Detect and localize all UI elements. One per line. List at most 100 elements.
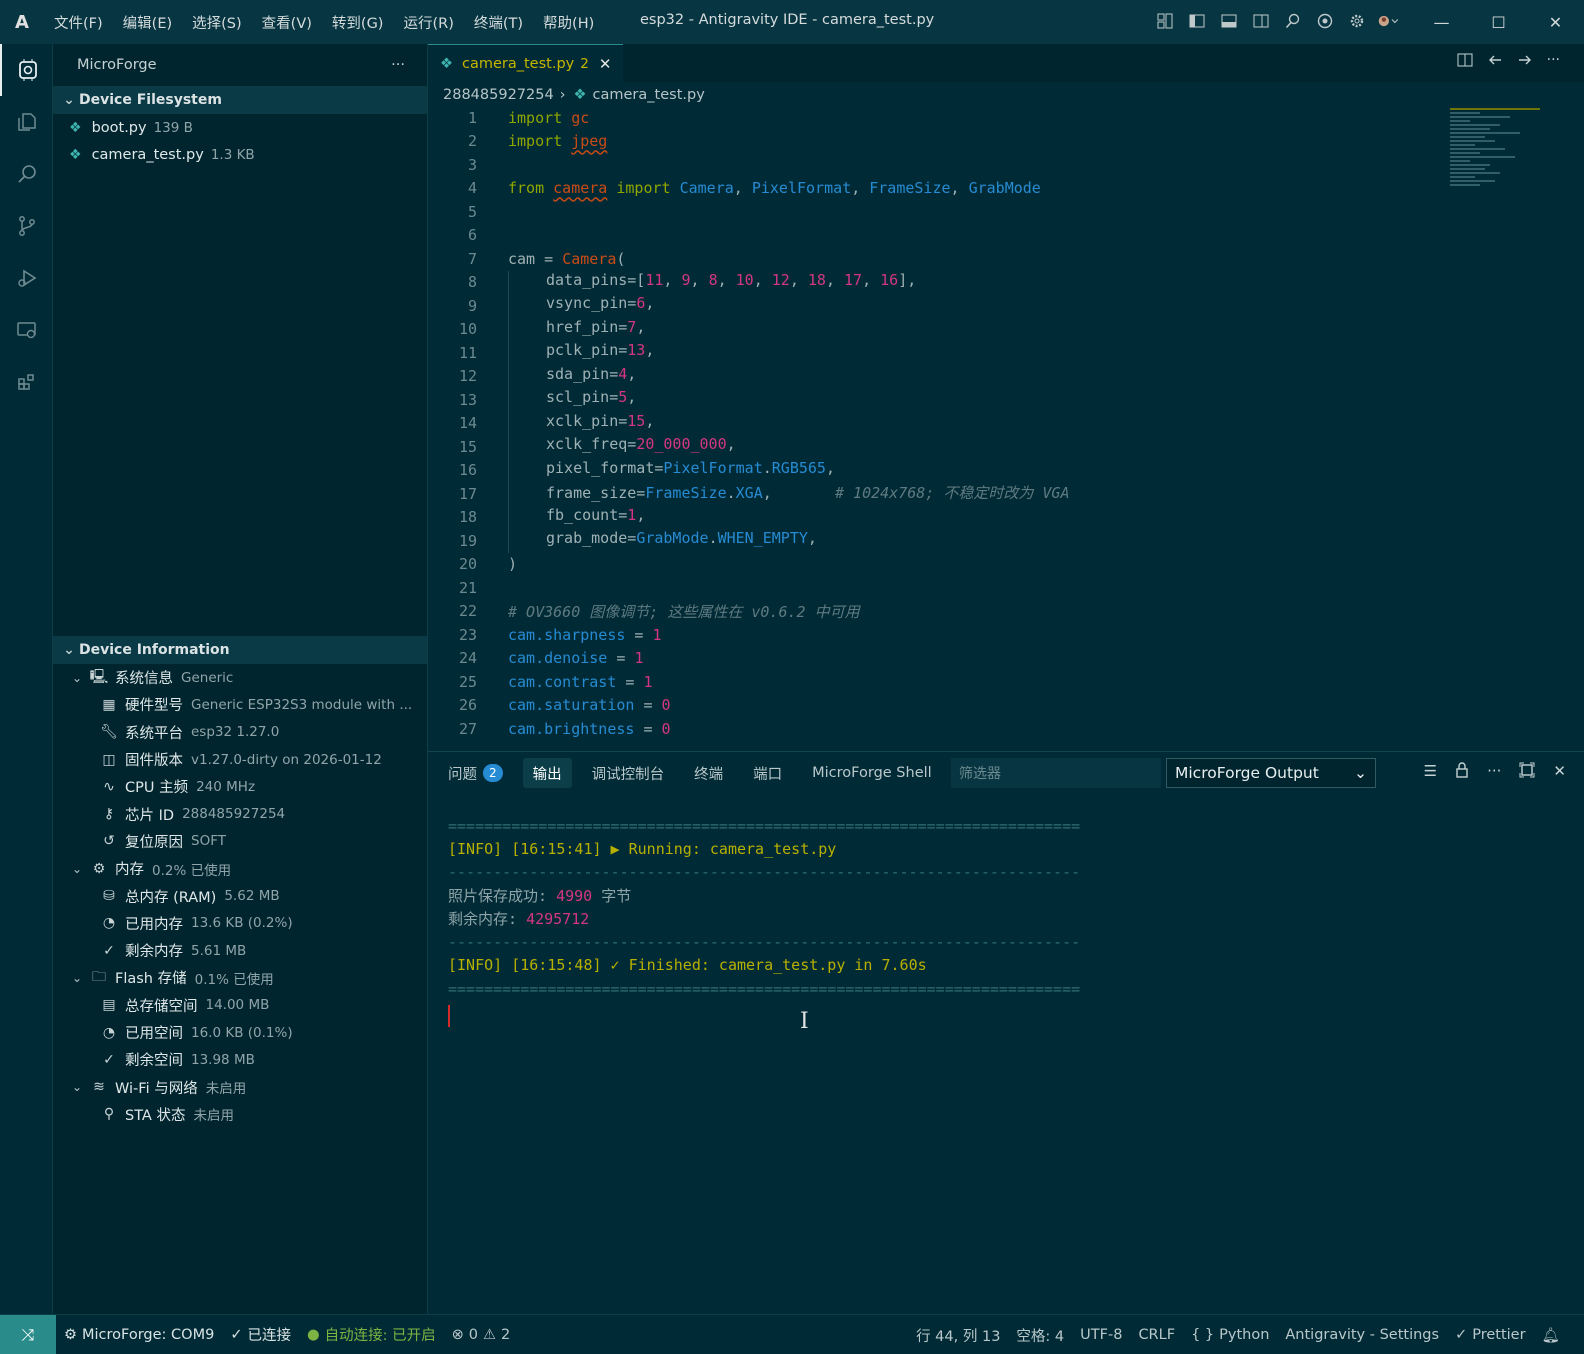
status-cursor-position[interactable]: 行 44, 列 13 — [916, 1325, 1000, 1346]
device-info-row: ⚲ STA 状态 未启用 — [53, 1101, 427, 1128]
tab-output[interactable]: 输出 — [522, 758, 572, 788]
tab-microforge-shell[interactable]: MicroForge Shell — [802, 758, 942, 788]
toggle-panel-icon[interactable] — [1218, 10, 1240, 32]
file-name: boot.py — [91, 119, 147, 136]
close-window-button[interactable]: ✕ — [1527, 0, 1584, 44]
info-value: Generic ESP32S3 module with ... — [191, 696, 413, 713]
history-icon: ↺ — [103, 833, 115, 850]
code-editor[interactable]: 1 import gc 2 import jpeg 3 4 from camera i… — [428, 106, 1448, 751]
lock-scroll-icon[interactable] — [1455, 762, 1469, 782]
device-information-header[interactable]: ⌄ Device Information — [53, 636, 427, 664]
device-filesystem-header[interactable]: ⌄ Device Filesystem — [53, 86, 427, 114]
status-autoconnect[interactable]: ● 自动连接: 已开启 — [307, 1324, 436, 1345]
menu-go[interactable]: 转到(G) — [322, 12, 394, 33]
warning-icon: ⚠ — [483, 1326, 497, 1343]
microforge-icon[interactable] — [0, 44, 53, 96]
menu-run[interactable]: 运行(R) — [393, 12, 463, 33]
menu-view[interactable]: 查看(V) — [252, 12, 322, 33]
remote-explorer-icon[interactable] — [0, 304, 53, 356]
info-value: 14.00 MB — [205, 997, 270, 1014]
sidebar: MicroForge ··· ⌄ Device Filesystem ❖ boo… — [53, 44, 428, 1324]
go-forward-icon[interactable] — [1517, 52, 1533, 72]
breadcrumb: 288485927254 › ❖ camera_test.py — [443, 84, 705, 106]
settings-gear-icon[interactable] — [1346, 10, 1368, 32]
search-icon[interactable] — [0, 148, 53, 200]
chip-board-icon: ▦ — [102, 696, 116, 713]
status-eol[interactable]: CRLF — [1138, 1327, 1175, 1343]
status-connected[interactable]: ✓ 已连接 — [230, 1324, 291, 1345]
status-language[interactable]: { } Python — [1191, 1327, 1269, 1343]
status-encoding[interactable]: UTF-8 — [1080, 1327, 1122, 1343]
toggle-sidebar-icon[interactable] — [1186, 10, 1208, 32]
explorer-icon[interactable] — [0, 96, 53, 148]
breadcrumb-file[interactable]: camera_test.py — [593, 87, 705, 103]
info-label: 已用内存 — [125, 916, 183, 933]
device-info-row[interactable]: ⌄ 🗀 Flash 存储 0.1% 已使用 — [53, 964, 427, 991]
menu-selection[interactable]: 选择(S) — [182, 12, 252, 33]
tab-problems[interactable]: 问题 2 — [438, 758, 513, 788]
remote-indicator[interactable]: ⤨ — [0, 1314, 56, 1354]
status-prettier[interactable]: ✓ Prettier — [1455, 1327, 1526, 1343]
close-tab-icon[interactable]: ✕ — [599, 55, 612, 73]
panel-more-icon[interactable]: ··· — [1487, 762, 1501, 782]
notifications-bell-icon[interactable]: 🔔︎ — [1542, 1327, 1560, 1344]
info-label: Wi-Fi 与网络 — [115, 1080, 198, 1097]
info-value: esp32 1.27.0 — [191, 724, 280, 741]
menu-file[interactable]: 文件(F) — [44, 12, 113, 33]
tab-ports[interactable]: 端口 — [743, 758, 792, 788]
text-cursor — [448, 1005, 450, 1027]
go-back-icon[interactable] — [1487, 52, 1503, 72]
error-icon: ⊗ — [451, 1326, 464, 1343]
minimize-button[interactable]: — — [1413, 0, 1470, 44]
status-settings[interactable]: Antigravity - Settings — [1285, 1327, 1439, 1343]
status-indentation[interactable]: 空格: 4 — [1016, 1325, 1064, 1346]
source-control-icon[interactable] — [0, 200, 53, 252]
info-label: 系统平台 — [125, 725, 183, 742]
output-filter-input[interactable]: 筛选器 — [951, 758, 1161, 788]
info-value: Generic — [181, 669, 234, 686]
python-file-icon: ❖ — [573, 87, 587, 103]
chevron-down-icon: ⌄ — [63, 92, 75, 108]
minimap[interactable] — [1450, 106, 1550, 236]
close-panel-icon[interactable]: ✕ — [1553, 762, 1566, 782]
file-item[interactable]: ❖ boot.py 139 B — [53, 114, 427, 142]
run-debug-icon[interactable] — [0, 252, 53, 304]
clear-output-icon[interactable]: ☰ — [1424, 762, 1437, 782]
python-file-icon: ❖ — [69, 119, 82, 136]
status-port[interactable]: ⚙ MicroForge: COM9 — [64, 1327, 214, 1343]
status-problems[interactable]: ⊗ 0 ⚠ 2 — [452, 1327, 511, 1343]
menu-edit[interactable]: 编辑(E) — [113, 12, 182, 33]
output-running-line: [INFO] [16:15:41] ▶ Running: camera_test… — [448, 839, 837, 858]
chevron-down-icon: ⌄ — [71, 670, 83, 685]
device-info-row[interactable]: ⌄ ≋ Wi-Fi 与网络 未启用 — [53, 1073, 427, 1100]
menu-help[interactable]: 帮助(H) — [533, 12, 604, 33]
archive-icon: ▤ — [102, 997, 116, 1014]
tab-debug-console[interactable]: 调试控制台 — [582, 758, 675, 788]
tab-terminal[interactable]: 终端 — [684, 758, 733, 788]
menu-terminal[interactable]: 终端(T) — [464, 12, 533, 33]
wifi-icon: ≋ — [93, 1079, 105, 1096]
output-log[interactable]: ========================================… — [448, 814, 1148, 1000]
search-icon[interactable] — [1282, 10, 1304, 32]
browser-icon[interactable] — [1314, 10, 1336, 32]
breadcrumb-folder[interactable]: 288485927254 — [443, 87, 554, 103]
device-info-row[interactable]: ⌄ ⚙ 内存 0.2% 已使用 — [53, 855, 427, 882]
toggle-secondary-sidebar-icon[interactable] — [1250, 10, 1272, 32]
output-channel-select[interactable]: MicroForge Output ⌄ — [1166, 758, 1376, 788]
split-editor-icon[interactable] — [1457, 52, 1473, 72]
sidebar-more-button[interactable]: ··· — [391, 57, 405, 73]
editor-more-icon[interactable]: ··· — [1547, 52, 1560, 72]
maximize-panel-icon[interactable] — [1519, 762, 1535, 782]
extensions-icon[interactable] — [0, 356, 53, 408]
info-value: 0.1% 已使用 — [194, 971, 274, 988]
customize-layout-icon[interactable] — [1154, 10, 1176, 32]
tab-camera-test[interactable]: ❖ camera_test.py 2 ✕ — [428, 44, 624, 82]
editor-scrollbar[interactable] — [1568, 106, 1584, 751]
info-label: 已用空间 — [125, 1026, 183, 1042]
info-label: 硬件型号 — [125, 698, 183, 715]
device-info-row[interactable]: ⌄ 🖳 系统信息 Generic — [53, 664, 427, 691]
chevron-right-icon: › — [559, 87, 566, 103]
file-item[interactable]: ❖ camera_test.py 1.3 KB — [53, 142, 427, 170]
account-avatar-icon[interactable] — [1378, 10, 1400, 32]
maximize-button[interactable]: ☐ — [1470, 0, 1527, 44]
